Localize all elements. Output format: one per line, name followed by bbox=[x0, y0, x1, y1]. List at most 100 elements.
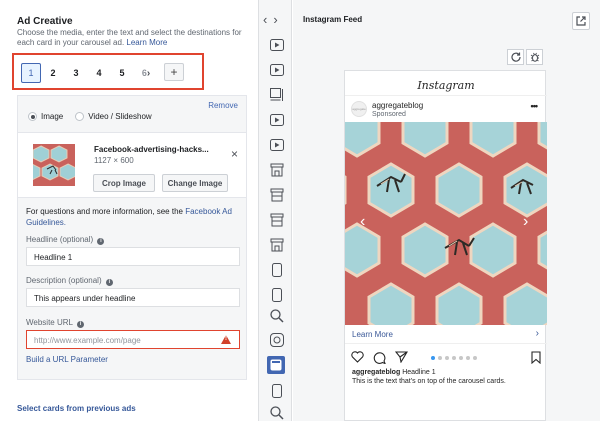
caption-text: This is the text that's on top of the ca… bbox=[352, 378, 506, 385]
bug-icon bbox=[530, 52, 539, 62]
ad-preview-panel: Instagram Feed Instagram aggregate aggre… bbox=[293, 0, 600, 421]
mobile-placement-icon[interactable] bbox=[268, 382, 285, 399]
headline-optional: (optional) bbox=[59, 235, 94, 244]
card-tab-6[interactable]: 6 › bbox=[135, 63, 157, 83]
preview-navigation: ‹› bbox=[263, 12, 284, 27]
learn-more-link[interactable]: Learn More bbox=[126, 38, 167, 47]
sponsored-label: Sponsored bbox=[372, 111, 406, 118]
learn-more-label: Learn More bbox=[352, 330, 393, 339]
help-text-body: For questions and more information, see … bbox=[26, 207, 183, 216]
card-tab-4[interactable]: 4 bbox=[89, 63, 109, 83]
refresh-icon bbox=[510, 52, 521, 62]
headline-input[interactable]: Headline 1 bbox=[26, 247, 240, 266]
description-input[interactable]: This appears under headline bbox=[26, 288, 240, 307]
card-editor: Remove Image Video / Slideshow Facebook-… bbox=[17, 95, 247, 380]
chevron-right-icon: › bbox=[535, 328, 539, 339]
report-bug-button[interactable] bbox=[526, 49, 543, 65]
video-radio[interactable] bbox=[75, 112, 85, 121]
carousel-dots bbox=[431, 356, 480, 360]
info-icon[interactable]: i bbox=[76, 321, 84, 328]
svg-text:›: › bbox=[523, 213, 528, 230]
info-icon[interactable]: i bbox=[105, 279, 113, 286]
marketplace-icon[interactable] bbox=[268, 211, 285, 228]
header-divider bbox=[345, 95, 547, 96]
website-url-label: Website URL i bbox=[26, 318, 84, 328]
change-image-button[interactable]: Change Image bbox=[162, 174, 228, 192]
website-url-label-text: Website URL bbox=[26, 318, 73, 327]
share-icon bbox=[395, 351, 408, 363]
crop-image-button[interactable]: Crop Image bbox=[93, 174, 155, 192]
description-label: Description (optional) i bbox=[26, 276, 113, 286]
instagram-logo: Instagram bbox=[417, 79, 475, 92]
ad-creative-subtitle: Choose the media, enter the text and sel… bbox=[17, 28, 242, 48]
carousel-dot bbox=[466, 356, 470, 360]
mobile-placement-icon[interactable] bbox=[268, 286, 285, 303]
instagram-icon[interactable] bbox=[268, 331, 285, 348]
avatar: aggregate bbox=[351, 101, 367, 117]
refresh-button[interactable] bbox=[507, 49, 524, 65]
search-placement-icon[interactable] bbox=[268, 307, 285, 324]
feed-placement-icon[interactable] bbox=[268, 86, 285, 103]
learn-more-bar[interactable]: Learn More › bbox=[345, 325, 547, 344]
video-placement-icon[interactable] bbox=[268, 61, 285, 78]
next-arrow-icon[interactable]: › bbox=[273, 12, 283, 27]
more-options-icon[interactable]: ••• bbox=[531, 101, 539, 111]
carousel-dot bbox=[473, 356, 477, 360]
mobile-placement-icon[interactable] bbox=[268, 261, 285, 278]
caption-headline: aggregateblog Headline 1 bbox=[352, 369, 436, 376]
carousel-dot bbox=[445, 356, 449, 360]
search-placement-icon[interactable] bbox=[268, 404, 285, 421]
image-radio[interactable] bbox=[28, 112, 37, 121]
card-tab-2[interactable]: 2 bbox=[43, 63, 63, 83]
caption-account: aggregateblog bbox=[352, 369, 401, 376]
ad-creative-panel: Ad Creative Choose the media, enter the … bbox=[0, 0, 258, 421]
marketplace-icon[interactable] bbox=[268, 161, 285, 178]
ad-creative-title: Ad Creative bbox=[17, 16, 73, 27]
svg-text:‹: ‹ bbox=[360, 213, 365, 230]
carousel-dot bbox=[431, 356, 435, 360]
media-dimensions: 1127 × 600 bbox=[94, 156, 134, 165]
info-icon[interactable]: i bbox=[97, 238, 105, 245]
open-external-button[interactable] bbox=[572, 12, 590, 30]
website-url-placeholder: http://www.example.com/page bbox=[34, 336, 141, 345]
card-tab-1[interactable]: 1 bbox=[21, 63, 41, 83]
media-type-options: Image Video / Slideshow bbox=[28, 112, 164, 121]
marketplace-icon[interactable] bbox=[268, 236, 285, 253]
card-tab-5[interactable]: 5 bbox=[112, 63, 132, 83]
account-name: aggregateblog bbox=[372, 101, 424, 110]
instagram-stories-icon[interactable] bbox=[267, 356, 285, 374]
add-card-button[interactable]: + bbox=[164, 63, 184, 81]
help-text: For questions and more information, see … bbox=[26, 206, 241, 228]
video-placement-icon[interactable] bbox=[268, 136, 285, 153]
media-item: Facebook-advertising-hacks... 1127 × 600… bbox=[18, 132, 246, 198]
description-optional: (optional) bbox=[68, 276, 102, 285]
media-file-name: Facebook-advertising-hacks... bbox=[94, 145, 209, 154]
instagram-post-preview: Instagram aggregate aggregateblog Sponso… bbox=[344, 70, 547, 421]
build-url-parameter-link[interactable]: Build a URL Parameter bbox=[26, 355, 108, 364]
carousel-image: ‹ › bbox=[345, 122, 547, 325]
preview-title: Instagram Feed bbox=[303, 15, 363, 24]
carousel-dot bbox=[438, 356, 442, 360]
headline-label: Headline (optional) i bbox=[26, 235, 105, 245]
remove-media-icon[interactable]: × bbox=[231, 147, 238, 161]
select-previous-cards-link[interactable]: Select cards from previous ads bbox=[17, 404, 136, 413]
remove-card-link[interactable]: Remove bbox=[208, 101, 238, 110]
video-radio-label: Video / Slideshow bbox=[88, 112, 152, 121]
placement-icon-bar: ‹› bbox=[258, 0, 292, 421]
video-placement-icon[interactable] bbox=[268, 111, 285, 128]
website-url-input[interactable]: http://www.example.com/page bbox=[26, 330, 240, 349]
description-label-text: Description bbox=[26, 276, 67, 285]
image-radio-label: Image bbox=[41, 112, 64, 121]
media-thumbnail bbox=[33, 144, 75, 186]
heart-icon bbox=[351, 351, 364, 363]
marketplace-icon[interactable] bbox=[268, 186, 285, 203]
card-tab-3[interactable]: 3 bbox=[66, 63, 86, 83]
scroll-right-icon: › bbox=[146, 67, 151, 79]
bookmark-icon bbox=[531, 351, 541, 364]
post-actions bbox=[351, 351, 541, 365]
prev-arrow-icon[interactable]: ‹ bbox=[263, 12, 273, 27]
video-placement-icon[interactable] bbox=[268, 36, 285, 53]
headline-label-text: Headline bbox=[26, 235, 58, 244]
comment-icon bbox=[373, 352, 386, 364]
carousel-dot bbox=[459, 356, 463, 360]
